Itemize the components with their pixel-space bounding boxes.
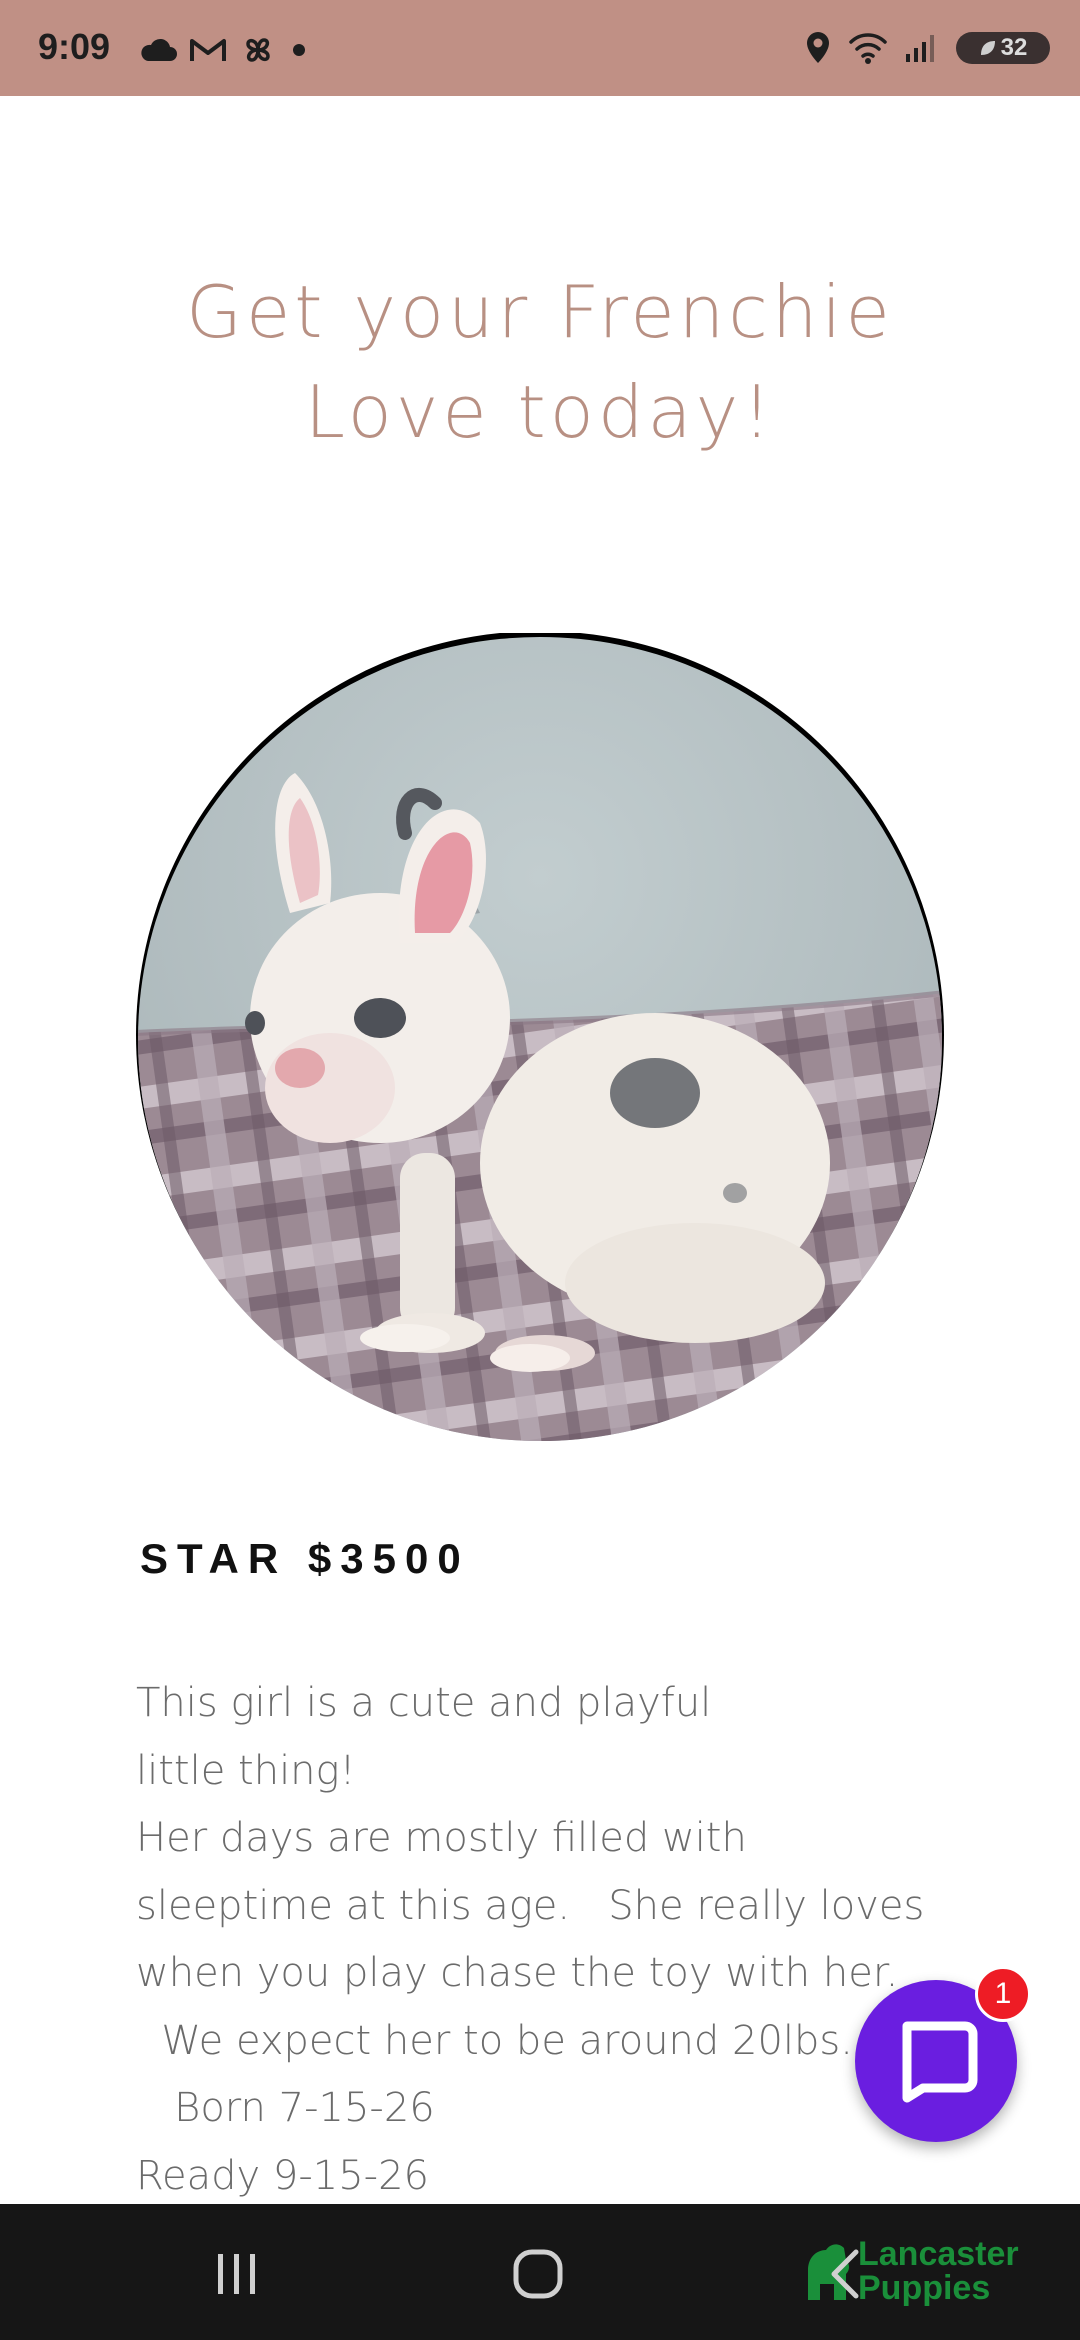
status-time: 9:09	[38, 26, 111, 67]
watermark-line-2: Puppies	[858, 2269, 991, 2307]
headline-line-2: Love today!	[304, 370, 776, 454]
chat-bubble-icon	[902, 2021, 978, 2103]
description-line: We expect her to be around 20lbs.	[136, 2017, 853, 2064]
pinwheel-icon	[246, 38, 270, 62]
description-line: sleeptime at this age. She really loves	[136, 1882, 925, 1929]
navigation-bar: Lancaster Puppies	[0, 2204, 1080, 2340]
status-right-icons: 32	[804, 28, 1050, 68]
chat-notification-badge: 1	[975, 1966, 1031, 2022]
recents-button[interactable]	[214, 2252, 260, 2296]
description-line: This girl is a cute and playful	[136, 1680, 712, 1726]
puppy-name-price: STAR $3500	[140, 1535, 470, 1582]
home-button[interactable]	[512, 2248, 564, 2300]
description-line: when you play chase the toy with her.	[136, 1950, 899, 1996]
description-line: Ready 9-15-26	[136, 2152, 430, 2199]
dot-icon	[293, 44, 305, 56]
battery-level: 32	[1000, 34, 1028, 61]
headline-line-1: Get your Frenchie	[186, 270, 894, 354]
wifi-icon	[849, 33, 887, 64]
status-left-icons	[138, 30, 310, 70]
puppy-description: This girl is a cute and playful little t…	[136, 1670, 966, 2210]
signal-icon	[906, 35, 934, 62]
location-icon	[807, 32, 829, 63]
status-bar: 9:09 32	[0, 0, 1080, 96]
back-button[interactable]	[826, 2248, 866, 2300]
description-line: Her days are mostly filled with	[136, 1815, 747, 1861]
watermark-line-1: Lancaster	[858, 2235, 1019, 2273]
leaf-icon	[980, 41, 995, 55]
gmail-icon	[190, 39, 226, 61]
battery-icon: 32	[956, 32, 1050, 64]
description-line: Born 7-15-26	[136, 2085, 435, 2131]
description-line: little thing!	[136, 1747, 356, 1794]
puppy-photo[interactable]	[135, 631, 945, 1445]
cloud-icon	[141, 38, 177, 61]
headline: Get your Frenchie Love today!	[0, 262, 1080, 462]
